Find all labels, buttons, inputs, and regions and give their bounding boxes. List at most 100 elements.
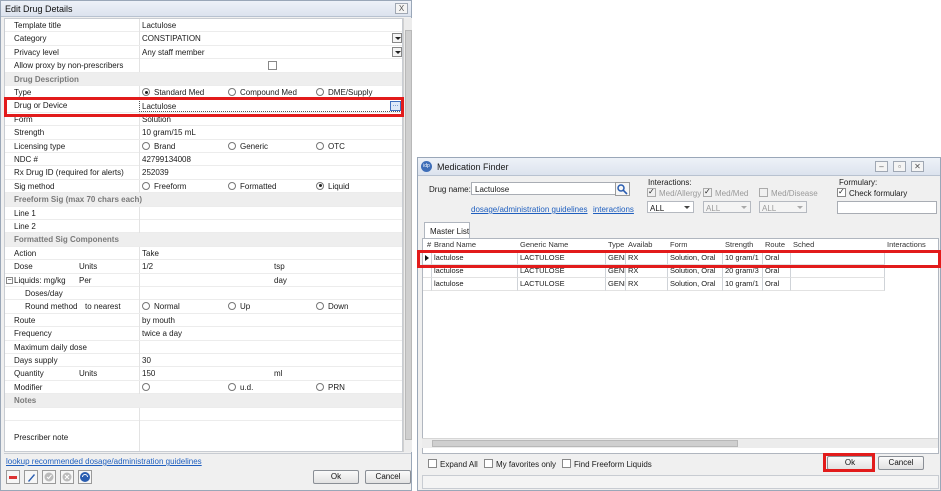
property-row[interactable]: Route by mouth (5, 313, 402, 328)
check-formulary-checkbox[interactable] (837, 187, 846, 197)
finder-cancel-button[interactable]: Cancel (878, 456, 924, 470)
property-row[interactable]: Allow proxy by non-prescribers (5, 59, 402, 73)
lookup-guidelines-link[interactable]: lookup recommended dosage/administration… (6, 457, 202, 466)
chevron-down-icon[interactable] (392, 33, 402, 44)
minimize-icon[interactable]: – (875, 161, 888, 172)
med-allergy-checkbox[interactable] (647, 187, 656, 197)
property-row[interactable]: Template title Lactulose (5, 19, 402, 33)
property-row[interactable]: Round method to nearest Normal Up Down (5, 300, 402, 314)
property-value[interactable]: day (139, 273, 402, 287)
expand-all-checkbox[interactable] (428, 459, 437, 468)
radio-option[interactable] (142, 181, 150, 190)
property-value[interactable] (139, 340, 402, 354)
property-value[interactable] (139, 407, 402, 421)
approve-icon[interactable] (42, 470, 56, 484)
med-med-select[interactable]: ALL (703, 201, 751, 213)
cancel-circle-icon[interactable] (60, 470, 74, 484)
radio-option[interactable] (316, 141, 324, 150)
formulary-input[interactable] (837, 201, 937, 214)
property-value[interactable]: 150 ml (139, 367, 402, 381)
property-value[interactable]: 1/2 tsp (139, 260, 402, 274)
property-value[interactable]: 42799134008 (139, 153, 402, 166)
row-selector[interactable] (423, 278, 432, 291)
property-row[interactable]: Dose Units 1/2 tsp (5, 260, 402, 274)
favorites-only-checkbox[interactable] (484, 459, 493, 468)
drug-name-input[interactable]: Lactulose (471, 182, 616, 195)
property-value[interactable] (139, 206, 402, 220)
property-row[interactable]: Line 1 (5, 206, 402, 220)
cancel-button[interactable]: Cancel (365, 470, 411, 484)
property-value[interactable]: 30 (139, 354, 402, 367)
radio-option[interactable] (316, 181, 324, 190)
property-value[interactable]: Brand Generic OTC (139, 139, 402, 153)
property-row[interactable]: Sig method Freeform Formatted Liquid (5, 179, 402, 194)
property-row[interactable]: Prescriber note (5, 421, 402, 451)
property-value[interactable]: by mouth (139, 313, 402, 327)
property-row[interactable]: Licensing type Brand Generic OTC (5, 139, 402, 153)
property-row[interactable]: Maximum daily dose (5, 340, 402, 354)
freeform-liquids-checkbox[interactable] (562, 459, 571, 468)
property-row[interactable]: Liquids: mg/kg − Per day (5, 273, 402, 287)
property-row[interactable]: Privacy level Any staff member (5, 45, 402, 60)
property-value[interactable]: twice a day (139, 327, 402, 341)
property-row[interactable]: Frequency twice a day (5, 327, 402, 341)
property-value[interactable] (139, 59, 402, 73)
property-value[interactable]: Take (139, 246, 402, 260)
vertical-scrollbar[interactable] (403, 18, 412, 452)
property-value[interactable]: 10 gram/15 mL (139, 126, 402, 140)
radio-option[interactable] (316, 88, 324, 96)
property-value[interactable] (139, 287, 402, 300)
edit-pencil-icon[interactable] (24, 470, 38, 484)
close-icon[interactable]: ✕ (911, 161, 924, 172)
property-value[interactable]: Lactulose (139, 19, 402, 32)
interactions-link[interactable]: interactions (593, 205, 634, 214)
property-row[interactable]: Line 2 (5, 220, 402, 234)
radio-option[interactable] (142, 141, 150, 150)
property-row[interactable]: Rx Drug ID (required for alerts) 252039 (5, 166, 402, 180)
property-row[interactable]: Action Take (5, 246, 402, 261)
property-row[interactable]: Doses/day (5, 287, 402, 301)
radio-option[interactable] (316, 382, 324, 391)
med-med-checkbox[interactable] (703, 187, 712, 197)
allow-proxy-checkbox[interactable] (268, 61, 277, 71)
med-allergy-select[interactable]: ALL (647, 201, 694, 213)
restore-icon[interactable]: ▫ (893, 161, 906, 172)
property-row[interactable]: Quantity Units 150 ml (5, 367, 402, 381)
property-value[interactable]: Any staff member (139, 45, 402, 59)
radio-option[interactable] (228, 302, 236, 311)
property-row[interactable]: Strength 10 gram/15 mL (5, 126, 402, 140)
dosage-guidelines-link[interactable]: dosage/administration guidelines (471, 205, 588, 214)
tab-master-list[interactable]: Master List (424, 222, 470, 239)
search-icon[interactable] (615, 182, 630, 196)
property-value[interactable] (139, 220, 402, 233)
property-value[interactable]: u.d. PRN (139, 380, 402, 394)
property-value[interactable] (139, 421, 402, 451)
radio-option[interactable] (228, 181, 236, 190)
property-value[interactable]: CONSTIPATION (139, 32, 402, 46)
radio-option[interactable] (316, 302, 324, 311)
scrollbar-thumb[interactable] (405, 30, 412, 440)
radio-option[interactable] (228, 141, 236, 150)
horizontal-scrollbar[interactable] (422, 438, 938, 448)
property-row[interactable]: Days supply 30 (5, 354, 402, 368)
chevron-down-icon[interactable] (392, 46, 402, 57)
ok-button[interactable]: Ok (313, 470, 359, 484)
table-row[interactable]: lactuloseLACTULOSEGENERXSolution, Oral10… (423, 278, 938, 291)
property-row[interactable] (5, 407, 402, 421)
collapse-icon[interactable]: − (6, 276, 13, 284)
property-value[interactable]: 252039 (139, 166, 402, 180)
radio-option[interactable] (142, 88, 150, 96)
property-row[interactable]: NDC # 42799134008 (5, 153, 402, 167)
property-value[interactable]: Freeform Formatted Liquid (139, 179, 402, 193)
close-icon[interactable]: X (395, 3, 408, 14)
med-disease-checkbox[interactable] (759, 188, 768, 197)
delete-icon[interactable] (6, 470, 20, 484)
radio-option[interactable] (142, 302, 150, 311)
radio-option[interactable] (142, 382, 150, 391)
med-disease-select[interactable]: ALL (759, 201, 807, 213)
radio-option[interactable] (228, 88, 236, 96)
property-value[interactable]: Normal Up Down (139, 300, 402, 314)
radio-option[interactable] (228, 382, 236, 391)
hscroll-thumb[interactable] (432, 440, 738, 447)
property-row[interactable]: Category CONSTIPATION (5, 32, 402, 46)
